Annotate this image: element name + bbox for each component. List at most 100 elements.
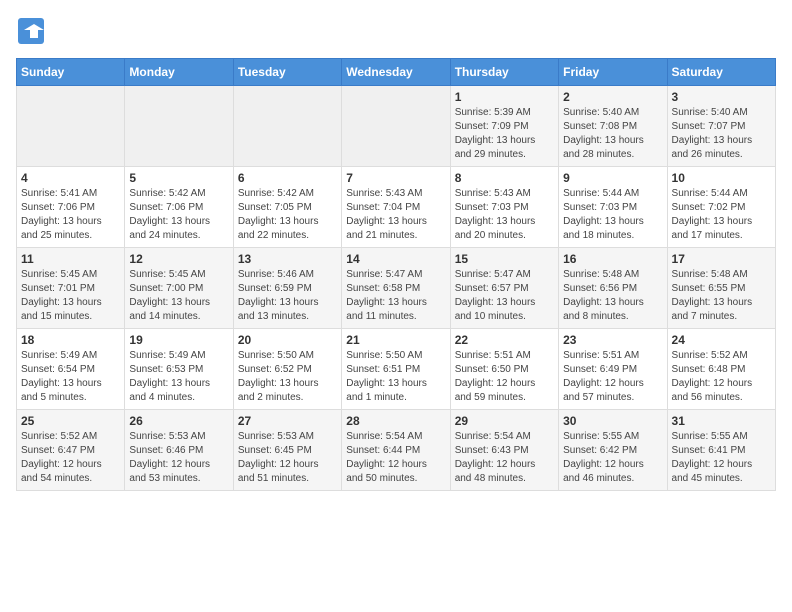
calendar-week-row: 18 Sunrise: 5:49 AM Sunset: 6:54 PM Dayli… bbox=[17, 329, 776, 410]
cell-content: Sunrise: 5:45 AM Sunset: 7:01 PM Dayligh… bbox=[21, 268, 120, 324]
calendar-cell: 13 Sunrise: 5:46 AM Sunset: 6:59 PM Dayli… bbox=[233, 248, 341, 329]
cell-content: Sunrise: 5:44 AM Sunset: 7:02 PM Dayligh… bbox=[672, 187, 771, 243]
day-number: 2 bbox=[563, 90, 662, 104]
cell-content: Sunrise: 5:48 AM Sunset: 6:55 PM Dayligh… bbox=[672, 268, 771, 324]
calendar-cell bbox=[125, 86, 233, 167]
day-number: 23 bbox=[563, 333, 662, 347]
day-number: 6 bbox=[238, 171, 337, 185]
header-thursday: Thursday bbox=[450, 59, 558, 86]
calendar-table: SundayMondayTuesdayWednesdayThursdayFrid… bbox=[16, 58, 776, 491]
cell-content: Sunrise: 5:50 AM Sunset: 6:52 PM Dayligh… bbox=[238, 349, 337, 405]
calendar-cell: 25 Sunrise: 5:52 AM Sunset: 6:47 PM Dayli… bbox=[17, 410, 125, 491]
calendar-cell: 31 Sunrise: 5:55 AM Sunset: 6:41 PM Dayli… bbox=[667, 410, 775, 491]
calendar-cell: 19 Sunrise: 5:49 AM Sunset: 6:53 PM Dayli… bbox=[125, 329, 233, 410]
calendar-cell: 23 Sunrise: 5:51 AM Sunset: 6:49 PM Dayli… bbox=[559, 329, 667, 410]
day-number: 28 bbox=[346, 414, 445, 428]
calendar-cell: 3 Sunrise: 5:40 AM Sunset: 7:07 PM Daylig… bbox=[667, 86, 775, 167]
day-number: 31 bbox=[672, 414, 771, 428]
calendar-cell: 7 Sunrise: 5:43 AM Sunset: 7:04 PM Daylig… bbox=[342, 167, 450, 248]
cell-content: Sunrise: 5:54 AM Sunset: 6:43 PM Dayligh… bbox=[455, 430, 554, 486]
calendar-header-row: SundayMondayTuesdayWednesdayThursdayFrid… bbox=[17, 59, 776, 86]
cell-content: Sunrise: 5:39 AM Sunset: 7:09 PM Dayligh… bbox=[455, 106, 554, 162]
day-number: 22 bbox=[455, 333, 554, 347]
cell-content: Sunrise: 5:51 AM Sunset: 6:49 PM Dayligh… bbox=[563, 349, 662, 405]
calendar-cell: 8 Sunrise: 5:43 AM Sunset: 7:03 PM Daylig… bbox=[450, 167, 558, 248]
day-number: 18 bbox=[21, 333, 120, 347]
calendar-cell: 30Sunrise: 5:55 AM Sunset: 6:42 PM Dayli… bbox=[559, 410, 667, 491]
cell-content: Sunrise: 5:40 AM Sunset: 7:08 PM Dayligh… bbox=[563, 106, 662, 162]
calendar-cell: 16Sunrise: 5:48 AM Sunset: 6:56 PM Dayli… bbox=[559, 248, 667, 329]
cell-content: Sunrise: 5:47 AM Sunset: 6:58 PM Dayligh… bbox=[346, 268, 445, 324]
day-number: 4 bbox=[21, 171, 120, 185]
header-tuesday: Tuesday bbox=[233, 59, 341, 86]
cell-content: Sunrise: 5:47 AM Sunset: 6:57 PM Dayligh… bbox=[455, 268, 554, 324]
cell-content: Sunrise: 5:49 AM Sunset: 6:53 PM Dayligh… bbox=[129, 349, 228, 405]
calendar-week-row: 11 Sunrise: 5:45 AM Sunset: 7:01 PM Dayli… bbox=[17, 248, 776, 329]
cell-content: Sunrise: 5:49 AM Sunset: 6:54 PM Dayligh… bbox=[21, 349, 120, 405]
cell-content: Sunrise: 5:52 AM Sunset: 6:48 PM Dayligh… bbox=[672, 349, 771, 405]
cell-content: Sunrise: 5:51 AM Sunset: 6:50 PM Dayligh… bbox=[455, 349, 554, 405]
calendar-cell: 14 Sunrise: 5:47 AM Sunset: 6:58 PM Dayli… bbox=[342, 248, 450, 329]
day-number: 1 bbox=[455, 90, 554, 104]
calendar-cell: 24Sunrise: 5:52 AM Sunset: 6:48 PM Dayli… bbox=[667, 329, 775, 410]
calendar-cell: 5Sunrise: 5:42 AM Sunset: 7:06 PM Daylig… bbox=[125, 167, 233, 248]
calendar-cell: 21 Sunrise: 5:50 AM Sunset: 6:51 PM Dayli… bbox=[342, 329, 450, 410]
calendar-cell: 2 Sunrise: 5:40 AM Sunset: 7:08 PM Daylig… bbox=[559, 86, 667, 167]
calendar-cell: 29 Sunrise: 5:54 AM Sunset: 6:43 PM Dayli… bbox=[450, 410, 558, 491]
day-number: 15 bbox=[455, 252, 554, 266]
calendar-cell bbox=[233, 86, 341, 167]
day-number: 25 bbox=[21, 414, 120, 428]
day-number: 19 bbox=[129, 333, 228, 347]
day-number: 20 bbox=[238, 333, 337, 347]
cell-content: Sunrise: 5:44 AM Sunset: 7:03 PM Dayligh… bbox=[563, 187, 662, 243]
day-number: 11 bbox=[21, 252, 120, 266]
page-header bbox=[16, 16, 776, 46]
calendar-cell: 17 Sunrise: 5:48 AM Sunset: 6:55 PM Dayli… bbox=[667, 248, 775, 329]
day-number: 13 bbox=[238, 252, 337, 266]
calendar-cell: 4Sunrise: 5:41 AM Sunset: 7:06 PM Daylig… bbox=[17, 167, 125, 248]
calendar-cell bbox=[17, 86, 125, 167]
cell-content: Sunrise: 5:42 AM Sunset: 7:05 PM Dayligh… bbox=[238, 187, 337, 243]
calendar-week-row: 4Sunrise: 5:41 AM Sunset: 7:06 PM Daylig… bbox=[17, 167, 776, 248]
day-number: 8 bbox=[455, 171, 554, 185]
day-number: 21 bbox=[346, 333, 445, 347]
cell-content: Sunrise: 5:43 AM Sunset: 7:04 PM Dayligh… bbox=[346, 187, 445, 243]
calendar-cell: 6 Sunrise: 5:42 AM Sunset: 7:05 PM Daylig… bbox=[233, 167, 341, 248]
cell-content: Sunrise: 5:53 AM Sunset: 6:45 PM Dayligh… bbox=[238, 430, 337, 486]
calendar-cell: 10 Sunrise: 5:44 AM Sunset: 7:02 PM Dayli… bbox=[667, 167, 775, 248]
cell-content: Sunrise: 5:50 AM Sunset: 6:51 PM Dayligh… bbox=[346, 349, 445, 405]
day-number: 27 bbox=[238, 414, 337, 428]
calendar-cell: 15 Sunrise: 5:47 AM Sunset: 6:57 PM Dayli… bbox=[450, 248, 558, 329]
day-number: 17 bbox=[672, 252, 771, 266]
header-friday: Friday bbox=[559, 59, 667, 86]
day-number: 7 bbox=[346, 171, 445, 185]
logo-icon bbox=[16, 16, 46, 46]
calendar-cell: 11 Sunrise: 5:45 AM Sunset: 7:01 PM Dayli… bbox=[17, 248, 125, 329]
header-monday: Monday bbox=[125, 59, 233, 86]
cell-content: Sunrise: 5:48 AM Sunset: 6:56 PM Dayligh… bbox=[563, 268, 662, 324]
day-number: 14 bbox=[346, 252, 445, 266]
cell-content: Sunrise: 5:45 AM Sunset: 7:00 PM Dayligh… bbox=[129, 268, 228, 324]
day-number: 10 bbox=[672, 171, 771, 185]
cell-content: Sunrise: 5:52 AM Sunset: 6:47 PM Dayligh… bbox=[21, 430, 120, 486]
day-number: 30 bbox=[563, 414, 662, 428]
day-number: 12 bbox=[129, 252, 228, 266]
day-number: 3 bbox=[672, 90, 771, 104]
cell-content: Sunrise: 5:43 AM Sunset: 7:03 PM Dayligh… bbox=[455, 187, 554, 243]
day-number: 29 bbox=[455, 414, 554, 428]
calendar-week-row: 25 Sunrise: 5:52 AM Sunset: 6:47 PM Dayli… bbox=[17, 410, 776, 491]
calendar-cell: 9Sunrise: 5:44 AM Sunset: 7:03 PM Daylig… bbox=[559, 167, 667, 248]
calendar-cell: 20 Sunrise: 5:50 AM Sunset: 6:52 PM Dayli… bbox=[233, 329, 341, 410]
calendar-cell: 28 Sunrise: 5:54 AM Sunset: 6:44 PM Dayli… bbox=[342, 410, 450, 491]
calendar-cell: 12 Sunrise: 5:45 AM Sunset: 7:00 PM Dayli… bbox=[125, 248, 233, 329]
cell-content: Sunrise: 5:54 AM Sunset: 6:44 PM Dayligh… bbox=[346, 430, 445, 486]
calendar-cell bbox=[342, 86, 450, 167]
cell-content: Sunrise: 5:55 AM Sunset: 6:41 PM Dayligh… bbox=[672, 430, 771, 486]
header-wednesday: Wednesday bbox=[342, 59, 450, 86]
calendar-cell: 27 Sunrise: 5:53 AM Sunset: 6:45 PM Dayli… bbox=[233, 410, 341, 491]
day-number: 5 bbox=[129, 171, 228, 185]
cell-content: Sunrise: 5:40 AM Sunset: 7:07 PM Dayligh… bbox=[672, 106, 771, 162]
calendar-cell: 1 Sunrise: 5:39 AM Sunset: 7:09 PM Daylig… bbox=[450, 86, 558, 167]
cell-content: Sunrise: 5:46 AM Sunset: 6:59 PM Dayligh… bbox=[238, 268, 337, 324]
calendar-cell: 26Sunrise: 5:53 AM Sunset: 6:46 PM Dayli… bbox=[125, 410, 233, 491]
